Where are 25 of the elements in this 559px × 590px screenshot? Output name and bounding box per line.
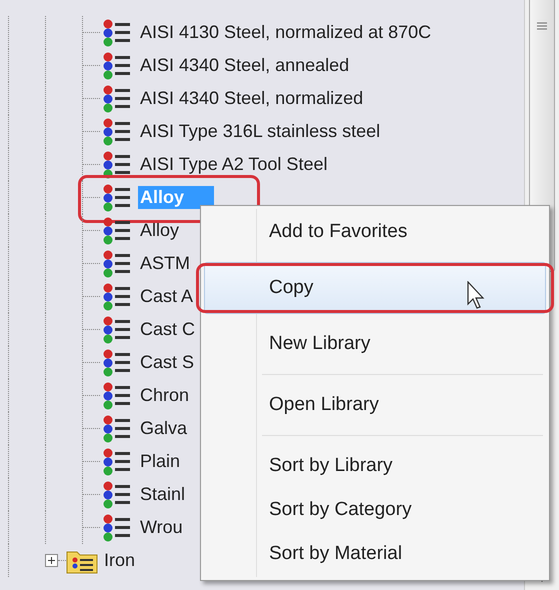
tree-item[interactable]: Wrou [138, 516, 185, 539]
tree-item[interactable]: Chron [138, 384, 192, 407]
menu-item[interactable]: Sort by Library [204, 444, 546, 488]
expand-toggle[interactable] [45, 554, 58, 567]
menu-item[interactable]: New Library [204, 322, 546, 366]
menu-item[interactable]: Open Library [204, 383, 546, 427]
tree-item[interactable]: Cast A [138, 285, 196, 308]
tree-item[interactable]: AISI 4340 Steel, annealed [138, 54, 352, 77]
tree-item[interactable]: AISI Type A2 Tool Steel [138, 153, 330, 176]
tree-item[interactable]: Alloy [138, 219, 182, 242]
tree-item[interactable]: Galva [138, 417, 190, 440]
menu-item[interactable]: Sort by Material [204, 532, 546, 576]
tree-item[interactable]: Stainl [138, 483, 188, 506]
tree-folder[interactable]: Iron [102, 549, 138, 572]
menu-item[interactable]: Add to Favorites [204, 210, 546, 254]
tree-item[interactable]: Plain [138, 450, 182, 473]
tree-item[interactable]: AISI 4130 Steel, normalized at 870C [138, 21, 434, 44]
tree-item[interactable]: AISI Type 316L stainless steel [138, 120, 382, 143]
mouse-cursor-icon [467, 281, 487, 311]
menu-item[interactable]: Sort by Category [204, 488, 546, 532]
tree-item[interactable]: Cast S [138, 351, 196, 374]
tree-item[interactable]: AISI 4340 Steel, normalized [138, 87, 366, 110]
tree-item[interactable]: Cast C [138, 318, 198, 341]
tree-item[interactable]: ASTM [138, 252, 192, 275]
grip-icon [537, 22, 547, 32]
